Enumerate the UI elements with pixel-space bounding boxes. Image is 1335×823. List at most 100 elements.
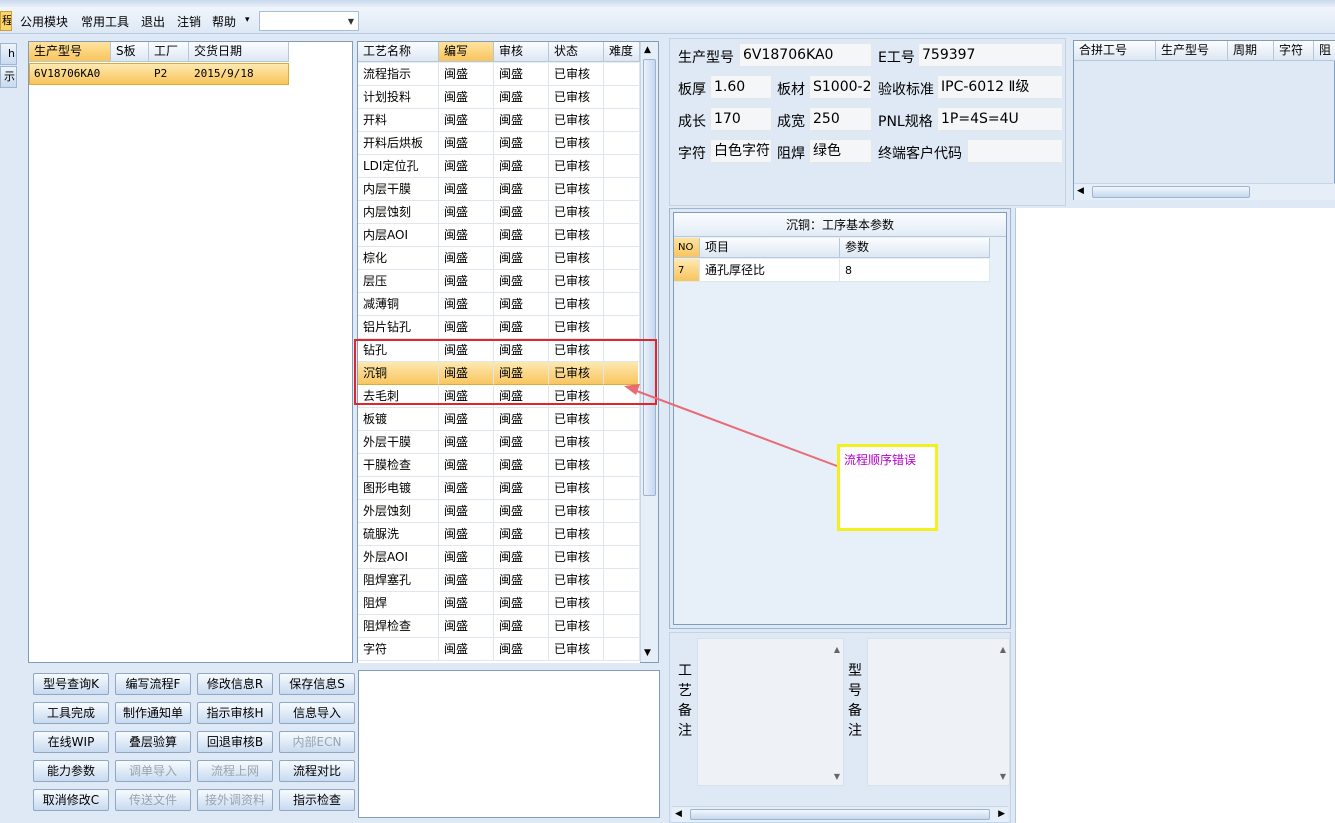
action-button-1-1[interactable]: 制作通知单 — [115, 702, 191, 724]
table-row[interactable]: 外层AOI 闽盛 闽盛 已审核 — [358, 546, 640, 569]
column-header-process-name[interactable]: 工艺名称 — [358, 42, 439, 62]
field-thickness[interactable]: 1.60 — [710, 75, 772, 99]
action-button-1-3[interactable]: 信息导入 — [279, 702, 355, 724]
table-row[interactable]: 减薄铜 闽盛 闽盛 已审核 — [358, 293, 640, 316]
field-acceptance-standard[interactable]: IPC-6012 Ⅱ级 — [937, 75, 1063, 99]
scroll-down-icon[interactable]: ▼ — [644, 648, 651, 658]
table-row[interactable]: 7 通孔厚径比 8 — [674, 259, 990, 282]
table-row[interactable]: 内层AOI 闽盛 闽盛 已审核 — [358, 224, 640, 247]
field-character[interactable]: 白色字符 — [710, 139, 772, 163]
field-width[interactable]: 250 — [809, 107, 872, 131]
table-row[interactable]: 层压 闽盛 闽盛 已审核 — [358, 270, 640, 293]
scroll-up-icon[interactable]: ▲ — [1000, 645, 1006, 654]
field-e-number[interactable]: 759397 — [918, 43, 1063, 67]
process-remark-textarea[interactable]: ▲ ▼ — [697, 638, 844, 786]
column-header-reviewer[interactable]: 审核 — [494, 42, 549, 62]
edge-button-2[interactable]: 示 — [0, 66, 17, 88]
table-row[interactable]: 流程指示 闽盛 闽盛 已审核 — [358, 63, 640, 86]
table-row[interactable]: 6V18706KA0 P2 2015/9/18 — [29, 63, 289, 85]
action-button-3-1[interactable]: 调单导入 — [115, 760, 191, 782]
action-button-1-2[interactable]: 指示审核H — [197, 702, 273, 724]
action-button-1-0[interactable]: 工具完成 — [33, 702, 109, 724]
action-button-4-0[interactable]: 取消修改C — [33, 789, 109, 811]
column-header-no[interactable]: NO — [674, 238, 700, 258]
field-model[interactable]: 6V18706KA0 — [739, 43, 872, 67]
table-row[interactable]: 内层干膜 闽盛 闽盛 已审核 — [358, 178, 640, 201]
menu-item-help[interactable]: 帮助 — [212, 13, 236, 30]
merge-horizontal-scrollbar[interactable]: ◀ — [1074, 183, 1335, 200]
table-row[interactable]: 外层干膜 闽盛 闽盛 已审核 — [358, 431, 640, 454]
cell-reviewer: 闽盛 — [494, 592, 549, 615]
table-row[interactable]: 内层蚀刻 闽盛 闽盛 已审核 — [358, 201, 640, 224]
scroll-up-icon[interactable]: ▲ — [834, 645, 840, 654]
menu-item-logout[interactable]: 注销 — [177, 13, 201, 30]
action-button-3-0[interactable]: 能力参数 — [33, 760, 109, 782]
scroll-right-icon[interactable]: ▶ — [998, 809, 1005, 819]
action-button-0-1[interactable]: 编写流程F — [115, 673, 191, 695]
column-header-delivery-date[interactable]: 交货日期 — [189, 42, 289, 62]
action-button-2-0[interactable]: 在线WIP — [33, 731, 109, 753]
field-length[interactable]: 170 — [710, 107, 772, 131]
column-header-model[interactable]: 生产型号 — [29, 42, 111, 62]
column-header-s-board[interactable]: S板 — [111, 42, 149, 62]
field-material[interactable]: S1000-2 — [809, 75, 872, 99]
column-header-merge-mask[interactable]: 阻 — [1314, 41, 1335, 61]
column-header-merge-model[interactable]: 生产型号 — [1156, 41, 1228, 61]
scroll-down-icon[interactable]: ▼ — [1000, 772, 1006, 781]
table-row[interactable]: 干膜检查 闽盛 闽盛 已审核 — [358, 454, 640, 477]
action-button-0-0[interactable]: 型号查询K — [33, 673, 109, 695]
column-header-merge-number[interactable]: 合拼工号 — [1074, 41, 1156, 61]
action-button-0-3[interactable]: 保存信息S — [279, 673, 355, 695]
table-row[interactable]: 板镀 闽盛 闽盛 已审核 — [358, 408, 640, 431]
action-button-2-3[interactable]: 内部ECN — [279, 731, 355, 753]
action-button-4-3[interactable]: 指示检查 — [279, 789, 355, 811]
menu-item-process[interactable]: 程 — [0, 11, 12, 31]
table-row[interactable]: 开料后烘板 闽盛 闽盛 已审核 — [358, 132, 640, 155]
scroll-up-icon[interactable]: ▲ — [644, 45, 651, 55]
table-row[interactable]: 外层蚀刻 闽盛 闽盛 已审核 — [358, 500, 640, 523]
column-header-cycle[interactable]: 周期 — [1228, 41, 1274, 61]
table-row[interactable]: 计划投料 闽盛 闽盛 已审核 — [358, 86, 640, 109]
table-row[interactable]: 阻焊塞孔 闽盛 闽盛 已审核 — [358, 569, 640, 592]
field-solder-mask[interactable]: 绿色 — [809, 139, 872, 163]
column-header-status[interactable]: 状态 — [549, 42, 604, 62]
edge-button-1[interactable]: h — [0, 43, 17, 65]
column-header-item[interactable]: 项目 — [700, 238, 840, 258]
column-header-param[interactable]: 参数 — [840, 238, 990, 258]
action-button-3-3[interactable]: 流程对比 — [279, 760, 355, 782]
action-button-3-2[interactable]: 流程上网 — [197, 760, 273, 782]
field-pnl-spec[interactable]: 1P=4S=4U — [937, 107, 1063, 131]
action-button-0-2[interactable]: 修改信息R — [197, 673, 273, 695]
merge-scroll-thumb[interactable] — [1092, 186, 1250, 198]
column-header-factory[interactable]: 工厂 — [149, 42, 189, 62]
remarks-scroll-thumb[interactable] — [690, 809, 990, 820]
menu-item-common-tools[interactable]: 常用工具 — [81, 13, 129, 30]
field-end-customer-code[interactable] — [967, 139, 1063, 163]
action-button-2-1[interactable]: 叠层验算 — [115, 731, 191, 753]
scroll-down-icon[interactable]: ▼ — [834, 772, 840, 781]
scroll-left-icon[interactable]: ◀ — [675, 809, 682, 819]
table-row[interactable]: 字符 闽盛 闽盛 已审核 — [358, 638, 640, 661]
help-dropdown-arrow-icon[interactable]: ▾ — [245, 15, 250, 25]
column-header-merge-character[interactable]: 字符 — [1274, 41, 1314, 61]
table-row[interactable]: 硫脲洗 闽盛 闽盛 已审核 — [358, 523, 640, 546]
table-row[interactable]: 阻焊 闽盛 闽盛 已审核 — [358, 592, 640, 615]
remarks-horizontal-scrollbar[interactable]: ◀ ▶ — [672, 806, 1008, 822]
action-button-2-2[interactable]: 回退审核B — [197, 731, 273, 753]
table-row[interactable]: 棕化 闽盛 闽盛 已审核 — [358, 247, 640, 270]
table-row[interactable]: 开料 闽盛 闽盛 已审核 — [358, 109, 640, 132]
scroll-left-icon[interactable]: ◀ — [1077, 186, 1084, 196]
table-row[interactable]: 阻焊检查 闽盛 闽盛 已审核 — [358, 615, 640, 638]
menu-item-exit[interactable]: 退出 — [141, 13, 165, 30]
column-header-writer[interactable]: 编写 — [439, 42, 494, 62]
flow-scroll-thumb[interactable] — [643, 59, 656, 496]
model-remark-textarea[interactable]: ▲ ▼ — [867, 638, 1010, 786]
table-row[interactable]: 图形电镀 闽盛 闽盛 已审核 — [358, 477, 640, 500]
action-button-4-2[interactable]: 接外调资料 — [197, 789, 273, 811]
action-button-4-1[interactable]: 传送文件 — [115, 789, 191, 811]
table-row[interactable]: LDI定位孔 闽盛 闽盛 已审核 — [358, 155, 640, 178]
menu-item-common-module[interactable]: 公用模块 — [20, 13, 68, 30]
table-row[interactable]: 铝片钻孔 闽盛 闽盛 已审核 — [358, 316, 640, 339]
column-header-difficulty[interactable]: 难度 — [604, 42, 640, 62]
menu-combo-box[interactable]: ▼ — [259, 11, 359, 31]
